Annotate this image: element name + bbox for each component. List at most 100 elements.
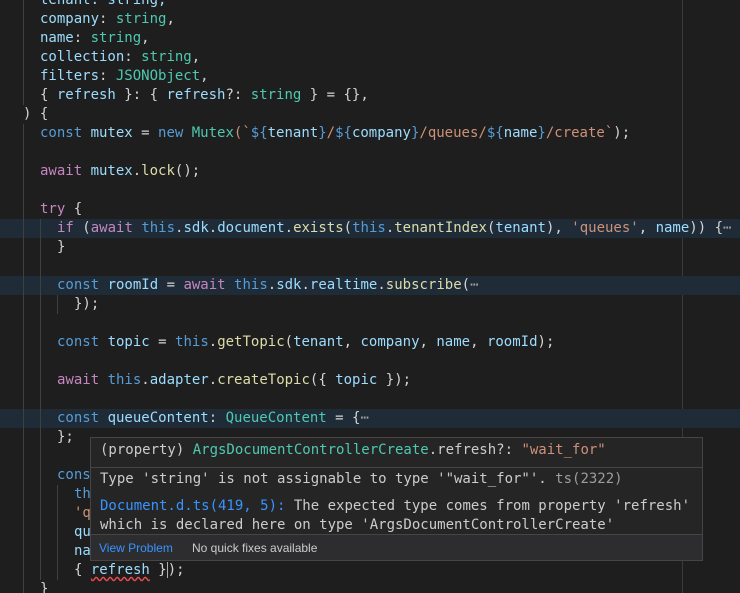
folded-region-icon[interactable]: ⋯ (723, 220, 731, 236)
code-text: await this.adapter.createTopic({ topic }… (57, 371, 411, 390)
code-text: ) { (23, 105, 48, 124)
hover-divider (91, 467, 702, 468)
code-line[interactable]: const topic = this.getTopic(tenant, comp… (0, 333, 740, 352)
code-line[interactable]: ) { (0, 105, 740, 124)
indent-guide (23, 485, 24, 504)
code-token: /queues/ (419, 125, 487, 141)
code-token: JSONObject (115, 68, 201, 84)
code-token: ?: (225, 87, 251, 103)
code-line[interactable]: }); (0, 295, 740, 314)
code-line[interactable]: const queueContent: QueueContent = {⋯ (0, 409, 740, 428)
code-line[interactable]: { refresh }: { refresh?: string } = {}, (0, 86, 740, 105)
code-token: = { (326, 410, 361, 426)
code-line[interactable]: const roomId = await this.sdk.realtime.s… (0, 276, 740, 295)
indent-guide (23, 542, 24, 561)
indent-guide (40, 485, 41, 504)
code-line[interactable] (0, 257, 740, 276)
code-token: sdk (183, 220, 209, 236)
indent-guide (40, 409, 41, 428)
code-line[interactable]: company: string, (0, 10, 740, 29)
code-token: ( (343, 220, 353, 236)
code-token: string (115, 11, 167, 27)
code-token: } (40, 581, 49, 593)
code-token: } (318, 125, 327, 141)
indent-guide (23, 143, 24, 162)
indent-guide (40, 466, 41, 485)
code-token: this (141, 220, 176, 236)
hover-actions-bar: View Problem No quick fixes available (91, 534, 702, 560)
code-token: . (208, 372, 218, 388)
code-token: / (326, 125, 336, 141)
code-line[interactable]: await this.adapter.createTopic({ topic }… (0, 371, 740, 390)
code-line[interactable]: } (0, 580, 740, 593)
code-line[interactable]: await mutex.lock(); (0, 162, 740, 181)
code-token: } (149, 562, 167, 578)
indent-guide (23, 390, 24, 409)
code-line[interactable]: tenant: string, (0, 0, 740, 10)
code-text: { refresh }); (74, 561, 185, 580)
code-text: 'q (74, 504, 91, 523)
code-line[interactable] (0, 181, 740, 200)
code-text: try { (40, 200, 82, 219)
code-token: mutex (90, 125, 133, 141)
code-token: = (132, 125, 159, 141)
code-token: name (503, 125, 538, 141)
indent-guide (23, 561, 24, 580)
code-line[interactable]: collection: string, (0, 48, 740, 67)
code-line[interactable]: { refresh }); (0, 561, 740, 580)
code-text: cons (57, 466, 91, 485)
folded-region-icon[interactable]: ⋯ (360, 410, 368, 426)
indent-guide (23, 447, 24, 466)
code-line[interactable]: } (0, 238, 740, 257)
view-problem-button[interactable]: View Problem (99, 541, 173, 555)
code-line[interactable]: const mutex = new Mutex(`${tenant}/${com… (0, 124, 740, 143)
code-line[interactable]: name: string, (0, 29, 740, 48)
folded-region-icon[interactable]: ⋯ (470, 277, 478, 293)
code-text: th (74, 485, 91, 504)
code-token: } = {}, (301, 87, 369, 103)
code-token: }; (57, 429, 74, 445)
code-line[interactable]: if (await this.sdk.document.exists(this.… (0, 219, 740, 238)
code-text: company: string, (40, 10, 175, 29)
code-token: = (149, 334, 176, 350)
code-token: name (436, 334, 471, 350)
code-token: . (284, 220, 294, 236)
code-token: const (40, 125, 91, 141)
code-text: await mutex.lock(); (40, 162, 200, 181)
code-token: ( (284, 334, 294, 350)
indent-guide (40, 504, 41, 523)
code-text: }); (74, 295, 99, 314)
code-token: }: { (115, 87, 167, 103)
code-line[interactable] (0, 143, 740, 162)
code-text: filters: JSONObject, (40, 67, 209, 86)
indent-guide (40, 390, 41, 409)
code-token: if (57, 220, 83, 236)
code-token: ${ (335, 125, 352, 141)
indent-guide (23, 580, 24, 593)
code-text: if (await this.sdk.document.exists(this.… (57, 219, 731, 238)
code-token: ); (537, 334, 555, 350)
indent-guide (57, 542, 58, 561)
code-token: na (74, 543, 91, 559)
related-location-link[interactable]: Document.d.ts(419, 5): (100, 498, 285, 514)
indent-guide (23, 48, 24, 67)
code-line[interactable]: try { (0, 200, 740, 219)
code-token: , (343, 334, 361, 350)
code-line[interactable] (0, 390, 740, 409)
code-token: } (57, 239, 66, 255)
code-line[interactable]: filters: JSONObject, (0, 67, 740, 86)
code-text: qu (74, 523, 91, 542)
indent-guide (40, 314, 41, 333)
code-line[interactable] (0, 352, 740, 371)
indent-guide (40, 295, 41, 314)
indent-guide (40, 523, 41, 542)
code-token: company (351, 125, 411, 141)
code-token: }); (74, 296, 100, 312)
code-token: }); (377, 372, 412, 388)
code-line[interactable] (0, 314, 740, 333)
code-token: : (208, 410, 226, 426)
indent-guide (40, 219, 41, 238)
indent-guide (23, 257, 24, 276)
hover-signature: (property) ArgsDocumentControllerCreate.… (100, 442, 606, 458)
indent-guide (23, 523, 24, 542)
